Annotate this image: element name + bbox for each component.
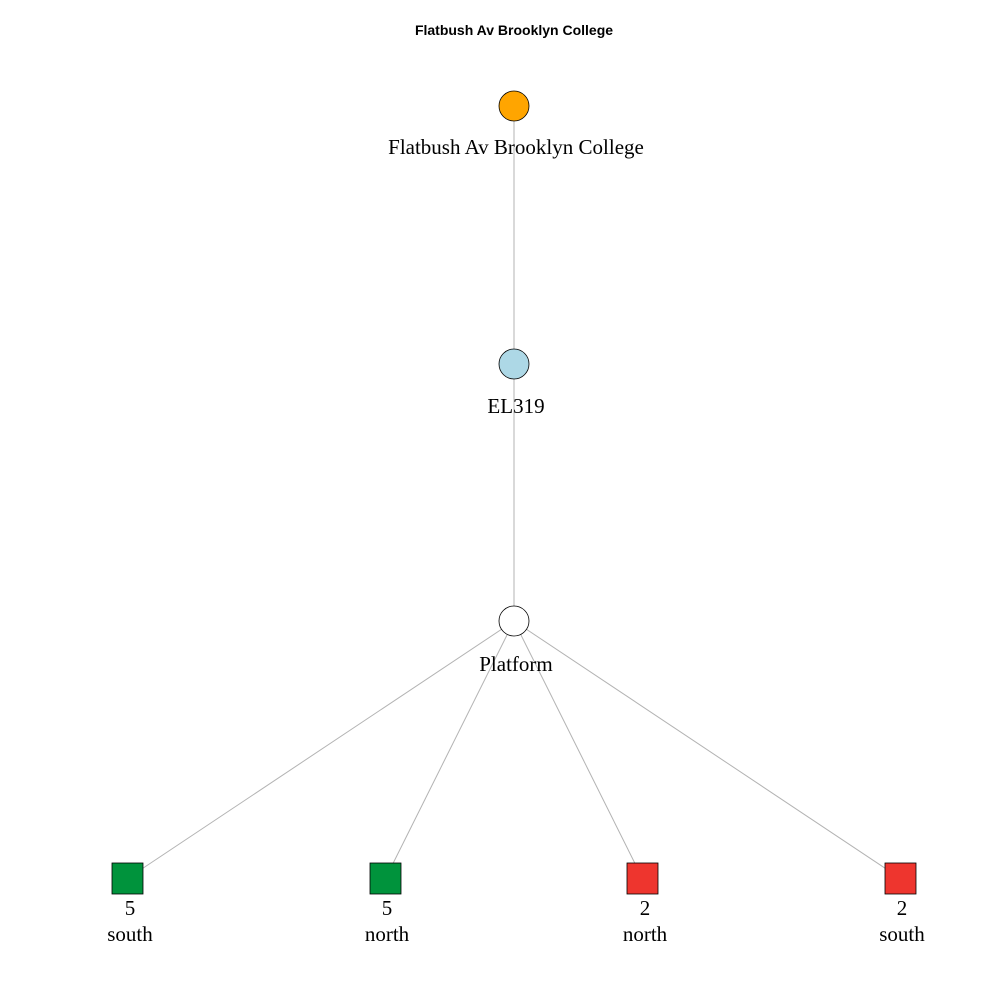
- station-node: Flatbush Av Brooklyn College: [388, 90, 644, 159]
- route-node-marker: [884, 862, 917, 895]
- route-node-route: 2: [640, 896, 651, 920]
- network-diagram: Flatbush Av Brooklyn College Flatbush Av…: [107, 22, 925, 946]
- route-node-marker: [111, 862, 144, 895]
- edge-platform-route-0: [127, 620, 515, 879]
- complex-node-label: EL319: [487, 394, 544, 418]
- complex-node-marker: [498, 348, 530, 380]
- route-node-marker: [626, 862, 659, 895]
- route-node-2-north: 2 north: [623, 862, 668, 946]
- platform-node: Platform: [479, 605, 553, 676]
- platform-node-label: Platform: [479, 652, 553, 676]
- route-node-5-south: 5 south: [107, 862, 153, 946]
- route-node-direction: south: [107, 922, 153, 946]
- station-node-marker: [498, 90, 530, 122]
- route-node-direction: north: [623, 922, 668, 946]
- route-node-marker: [369, 862, 402, 895]
- route-node-route: 2: [897, 896, 908, 920]
- route-node-direction: north: [365, 922, 410, 946]
- route-node-direction: south: [879, 922, 925, 946]
- route-node-5-north: 5 north: [365, 862, 410, 946]
- edges-layer: [127, 106, 901, 879]
- diagram-title: Flatbush Av Brooklyn College: [415, 22, 613, 38]
- station-node-label: Flatbush Av Brooklyn College: [388, 135, 644, 159]
- complex-node: EL319: [487, 348, 545, 418]
- platform-node-marker: [498, 605, 530, 637]
- route-node-route: 5: [382, 896, 393, 920]
- route-node-2-south: 2 south: [879, 862, 925, 946]
- route-node-route: 5: [125, 896, 136, 920]
- edge-platform-route-3: [513, 620, 901, 879]
